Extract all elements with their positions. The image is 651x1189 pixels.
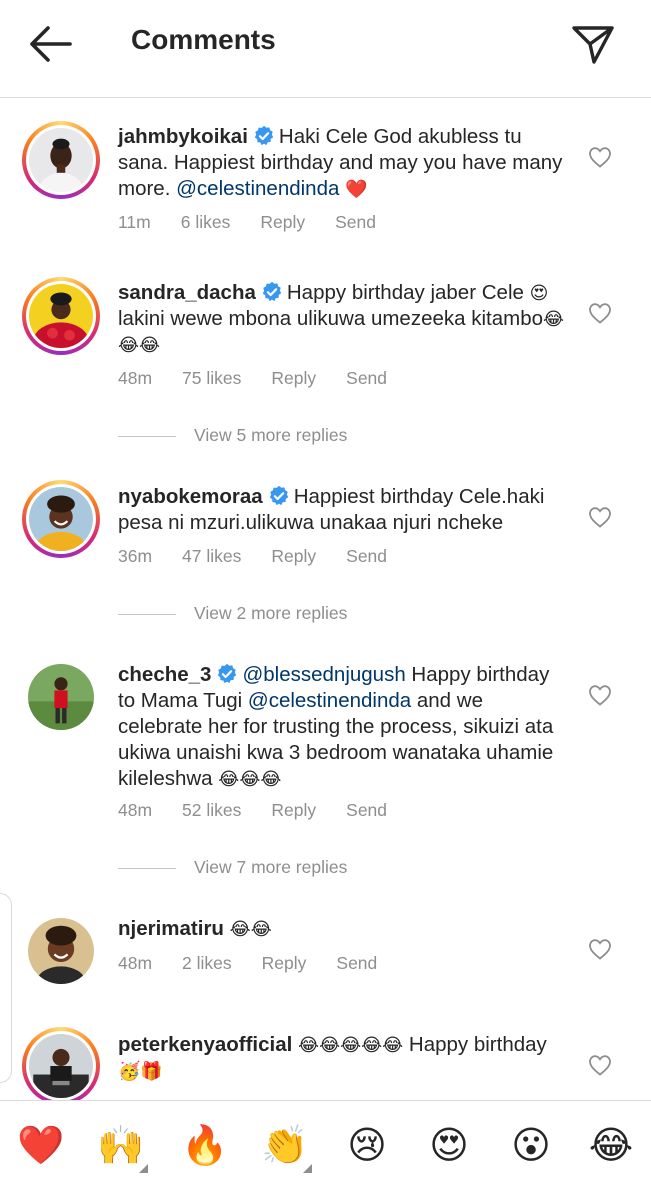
quick-emoji-fire[interactable]: 🔥: [180, 1121, 230, 1171]
divider: [118, 436, 176, 437]
comment-username[interactable]: sandra_dacha: [118, 281, 256, 304]
avatar[interactable]: [28, 664, 94, 730]
quick-emoji-bar: ❤️ 🙌 🔥 👏 😢 😍 😮 😂: [0, 1100, 651, 1189]
like-count[interactable]: 2 likes: [182, 953, 232, 974]
back-arrow-icon[interactable]: [26, 22, 74, 66]
avatar[interactable]: [22, 121, 100, 199]
heart-icon[interactable]: [588, 684, 612, 706]
comment-text: sandra_dacha Happy birthday jaber Cele 😍 …: [118, 281, 565, 355]
view-more-replies[interactable]: View 5 more replies: [118, 425, 418, 449]
send-button[interactable]: Send: [346, 546, 387, 567]
reply-button[interactable]: Reply: [262, 953, 307, 974]
view-more-replies[interactable]: View 2 more replies: [118, 603, 418, 627]
comment-username[interactable]: jahmbykoikai: [118, 125, 248, 148]
heart-icon[interactable]: [588, 1054, 612, 1076]
quick-emoji-laughing[interactable]: 😂: [586, 1121, 636, 1171]
comment-meta: 48m 52 likes Reply Send: [118, 800, 417, 821]
comment-meta: 11m 6 likes Reply Send: [118, 212, 406, 233]
avatar[interactable]: [22, 277, 100, 355]
comment-username[interactable]: cheche_3: [118, 663, 211, 686]
avatar[interactable]: [22, 480, 100, 558]
send-button[interactable]: Send: [346, 800, 387, 821]
quick-emoji-heart-eyes[interactable]: 😍: [424, 1121, 474, 1171]
header: Comments: [0, 0, 651, 98]
comment-text: cheche_3 @blessednjugush Happy birthday t…: [118, 663, 554, 790]
mention-link[interactable]: @blessednjugush: [242, 663, 405, 686]
comment-text: peterkenyaofficial 😂😂😂😂😂 Happy birthday …: [118, 1033, 547, 1081]
reply-button[interactable]: Reply: [260, 212, 305, 233]
emoji: ❤️: [345, 179, 368, 199]
comment-username[interactable]: nyabokemoraa: [118, 485, 263, 508]
emoji: 😂😂: [229, 919, 272, 939]
comment-time: 48m: [118, 368, 153, 388]
comment-text: nyabokemoraa Happiest birthday Cele.haki …: [118, 484, 568, 536]
emoji: 😍: [529, 283, 549, 303]
reply-button[interactable]: Reply: [271, 800, 316, 821]
comment-body: Happy birthday jaber Cele: [286, 281, 530, 304]
like-count[interactable]: 6 likes: [181, 212, 231, 233]
emoji: 😂😂😂: [218, 769, 282, 789]
view-more-replies[interactable]: View 7 more replies: [118, 857, 418, 881]
verified-badge-icon: [262, 281, 282, 302]
comment-username[interactable]: peterkenyaofficial: [118, 1033, 292, 1056]
page-title: Comments: [131, 24, 276, 55]
avatar[interactable]: [22, 1027, 100, 1105]
send-button[interactable]: Send: [346, 368, 387, 389]
verified-badge-icon: [218, 663, 237, 684]
divider: [118, 868, 176, 869]
comment-text: njerimatiru 😂😂: [118, 916, 568, 942]
quick-emoji-clap[interactable]: 👏: [260, 1121, 312, 1173]
comment-text: jahmbykoikai Haki Cele God akubless tu sa…: [118, 124, 568, 202]
divider: [118, 614, 176, 615]
mention-link[interactable]: @celestinendinda: [176, 177, 339, 200]
reply-button[interactable]: Reply: [271, 368, 316, 389]
verified-badge-icon: [254, 125, 274, 146]
like-count[interactable]: 75 likes: [182, 368, 241, 389]
skin-tone-indicator: [303, 1164, 312, 1173]
comment-meta: 48m 75 likes Reply Send: [118, 368, 417, 389]
direct-message-icon[interactable]: [570, 22, 616, 66]
heart-icon[interactable]: [588, 938, 612, 960]
quick-emoji-crying[interactable]: 😢: [342, 1121, 392, 1171]
avatar[interactable]: [28, 918, 94, 984]
send-button[interactable]: Send: [336, 953, 377, 974]
side-edge-handle[interactable]: [0, 893, 12, 1083]
emoji: 🥳🎁: [118, 1061, 163, 1081]
heart-icon[interactable]: [588, 506, 612, 528]
emoji: 😂😂😂😂😂: [298, 1035, 404, 1055]
heart-icon[interactable]: [588, 146, 612, 168]
quick-emoji-heart[interactable]: ❤️: [16, 1121, 66, 1171]
send-button[interactable]: Send: [335, 212, 376, 233]
quick-emoji-surprised[interactable]: 😮: [506, 1121, 556, 1171]
quick-emoji-raised-hands[interactable]: 🙌: [96, 1121, 148, 1173]
comment-time: 36m: [118, 546, 153, 566]
like-count[interactable]: 52 likes: [182, 800, 241, 821]
mention-link[interactable]: @celestinendinda: [248, 689, 411, 712]
comment-meta: 48m 2 likes Reply Send: [118, 953, 407, 974]
comment-username[interactable]: njerimatiru: [118, 917, 224, 940]
verified-badge-icon: [269, 485, 288, 506]
reply-button[interactable]: Reply: [271, 546, 316, 567]
heart-icon[interactable]: [588, 302, 612, 324]
comment-time: 48m: [118, 800, 153, 820]
comment-time: 48m: [118, 953, 153, 973]
like-count[interactable]: 47 likes: [182, 546, 241, 567]
comment-time: 11m: [118, 212, 151, 232]
skin-tone-indicator: [139, 1164, 148, 1173]
comment-meta: 36m 47 likes Reply Send: [118, 546, 417, 567]
